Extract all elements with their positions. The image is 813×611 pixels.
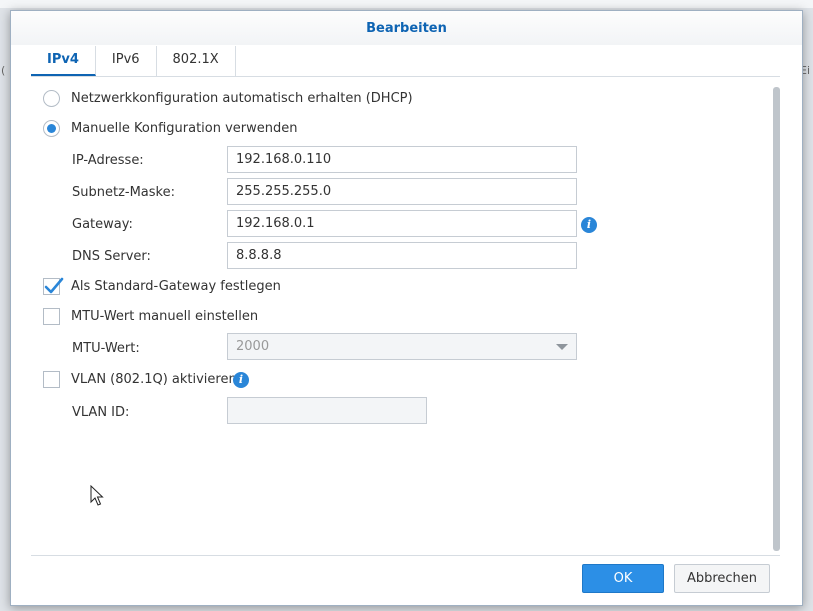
- mtu-manual-option[interactable]: MTU-Wert manuell einstellen: [43, 308, 258, 325]
- vlan-id-input[interactable]: [227, 397, 427, 424]
- background-header: [0, 0, 813, 8]
- dhcp-label: Netzwerkkonfiguration automatisch erhalt…: [71, 91, 413, 106]
- subnet-mask-input[interactable]: 255.255.255.0: [227, 178, 577, 205]
- manual-config-option[interactable]: Manuelle Konfiguration verwenden: [43, 120, 298, 137]
- gateway-label: Gateway:: [72, 217, 133, 232]
- mtu-value-select[interactable]: 2000: [227, 333, 577, 360]
- dhcp-option[interactable]: Netzwerkkonfiguration automatisch erhalt…: [43, 90, 413, 107]
- background-text-fragment: (: [1, 64, 6, 77]
- chevron-down-icon[interactable]: [556, 344, 568, 350]
- mtu-manual-checkbox[interactable]: [43, 308, 60, 325]
- manual-config-label: Manuelle Konfiguration verwenden: [71, 121, 298, 136]
- mouse-cursor-icon: [90, 485, 104, 506]
- vertical-scrollbar[interactable]: [773, 87, 780, 551]
- vlan-info-icon[interactable]: i: [233, 372, 249, 388]
- gateway-input[interactable]: 192.168.0.1: [227, 210, 577, 237]
- vlan-checkbox[interactable]: [43, 371, 60, 388]
- gateway-info-icon[interactable]: i: [581, 217, 597, 233]
- mtu-value-label: MTU-Wert:: [72, 341, 140, 356]
- footer-divider: [31, 555, 780, 556]
- checkmark-icon: [44, 277, 64, 294]
- default-gateway-option[interactable]: Als Standard-Gateway festlegen: [43, 277, 281, 295]
- mtu-value-text: 2000: [236, 339, 270, 354]
- subnet-mask-label: Subnetz-Maske:: [72, 185, 175, 200]
- default-gateway-label: Als Standard-Gateway festlegen: [71, 279, 281, 294]
- ipv4-settings-panel: Netzwerkkonfiguration automatisch erhalt…: [11, 11, 802, 605]
- dhcp-radio[interactable]: [43, 90, 60, 107]
- ip-address-input[interactable]: 192.168.0.110: [227, 146, 577, 173]
- vlan-label: VLAN (802.1Q) aktivieren: [71, 372, 237, 387]
- default-gateway-checkbox[interactable]: [43, 277, 64, 295]
- dns-server-input[interactable]: 8.8.8.8: [227, 242, 577, 269]
- vlan-id-label: VLAN ID:: [72, 405, 130, 420]
- vlan-option[interactable]: VLAN (802.1Q) aktivieren: [43, 371, 237, 388]
- dns-server-label: DNS Server:: [72, 249, 151, 264]
- mtu-manual-label: MTU-Wert manuell einstellen: [71, 309, 259, 324]
- ok-button[interactable]: OK: [582, 564, 664, 593]
- manual-config-radio[interactable]: [43, 120, 60, 137]
- edit-dialog: Bearbeiten IPv4 IPv6 802.1X Netzwerkkonf…: [10, 10, 803, 606]
- ip-address-label: IP-Adresse:: [72, 153, 144, 168]
- cancel-button[interactable]: Abbrechen: [674, 564, 770, 593]
